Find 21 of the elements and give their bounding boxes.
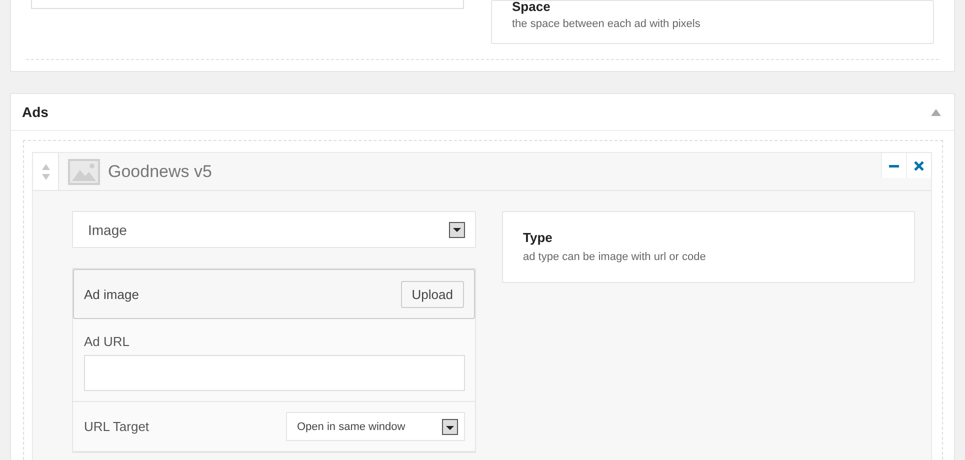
type-select[interactable]: Image <box>72 211 476 248</box>
field-label: Ad image <box>84 286 139 302</box>
upload-button[interactable]: Upload <box>400 280 464 308</box>
field-label: URL Target <box>84 419 150 434</box>
ad-title: Goodnews v5 <box>108 162 212 182</box>
image-icon <box>68 158 100 184</box>
help-title: Space <box>512 1 552 13</box>
collapse-triangle-icon[interactable] <box>931 108 941 116</box>
panel-title: Ads <box>22 104 48 120</box>
help-description: the space between each ad with pixels <box>512 18 702 30</box>
text-field[interactable] <box>31 0 464 9</box>
field-label: Ad URL <box>84 334 131 349</box>
help-description: ad type can be image with url or code <box>523 251 707 263</box>
minimize-button[interactable] <box>881 153 906 178</box>
close-icon <box>914 160 924 170</box>
help-title: Type <box>523 230 554 245</box>
close-button[interactable] <box>906 153 931 178</box>
url-input[interactable] <box>84 355 465 391</box>
drag-handle[interactable] <box>33 153 59 190</box>
target-select[interactable]: Open in same window <box>286 412 465 441</box>
up-down-arrows-icon <box>40 162 50 182</box>
